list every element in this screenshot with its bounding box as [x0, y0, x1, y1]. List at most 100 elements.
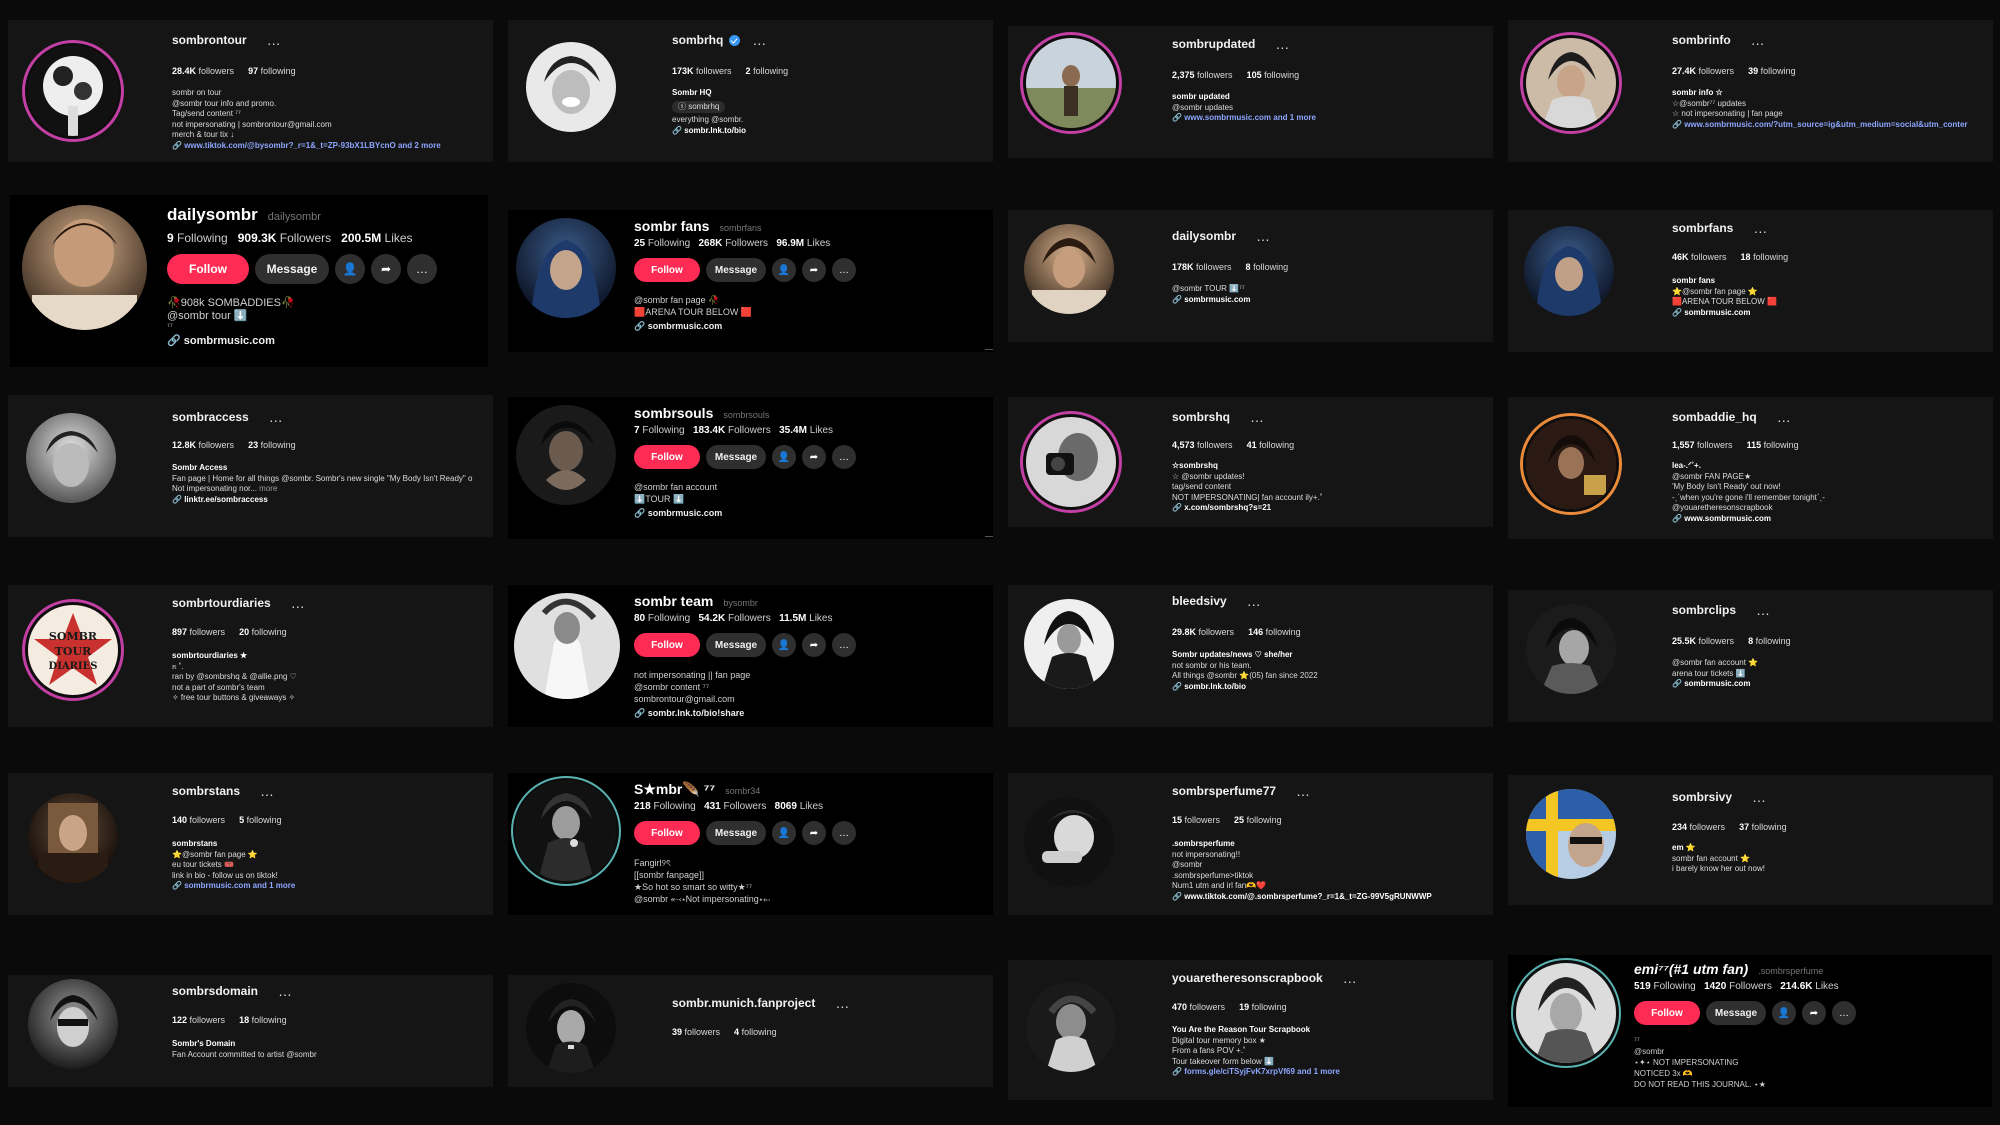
- more-options-icon[interactable]: …: [1343, 970, 1358, 986]
- following-label[interactable]: Following: [648, 238, 690, 249]
- message-button[interactable]: Message: [706, 445, 766, 469]
- message-button[interactable]: Message: [706, 821, 766, 845]
- followers-label[interactable]: followers: [685, 1027, 721, 1037]
- bio-link[interactable]: sombr.lnk.to/bio!share: [648, 708, 745, 718]
- username-text[interactable]: bleedsivy: [1172, 594, 1227, 608]
- more-options-icon[interactable]: …: [1250, 409, 1265, 425]
- more-options-icon[interactable]: …: [260, 783, 275, 799]
- more-options-icon[interactable]: …: [832, 821, 856, 845]
- avatar[interactable]: [516, 405, 616, 505]
- more-options-icon[interactable]: …: [835, 995, 850, 1011]
- bio-link[interactable]: sombrmusic.com: [184, 335, 275, 347]
- profile-card-youaretheresonscrapbook[interactable]: youaretheresonscrapbook … 470 followers 19…: [1008, 960, 1493, 1100]
- profile-card-dailysombr[interactable]: dailysombr … 178K followers 8 following @s…: [1008, 210, 1493, 342]
- profile-card-bleedsivy[interactable]: bleedsivy… 29.8K followers 146 following …: [1008, 585, 1493, 727]
- username-text[interactable]: sombrhq: [672, 33, 723, 47]
- profile-card-sombrshq[interactable]: sombrshq … 4,573 followers 41 following ☆s…: [1008, 397, 1493, 527]
- tiktok-card-bysombr[interactable]: sombr team bysombr 80 Following 54.2K Fol…: [508, 585, 993, 727]
- following-label[interactable]: following: [1266, 627, 1301, 637]
- profile-card-sombrsperfume77[interactable]: sombrsperfume77 … 15 followers 25 followin…: [1008, 773, 1493, 915]
- username[interactable]: sombrupdated…: [1172, 36, 1290, 52]
- bio-link[interactable]: sombrmusic.com: [648, 321, 723, 331]
- following-label[interactable]: following: [1247, 815, 1282, 825]
- bio-link[interactable]: sombrmusic.com: [648, 508, 723, 518]
- add-user-icon[interactable]: 👤: [772, 633, 796, 657]
- username-text[interactable]: sombrclips: [1672, 603, 1736, 617]
- username[interactable]: sombrinfo…: [1672, 32, 1766, 48]
- avatar[interactable]: [28, 979, 118, 1069]
- avatar[interactable]: [526, 42, 616, 132]
- username-text[interactable]: sombrsperfume77: [1172, 784, 1276, 798]
- avatar[interactable]: [526, 983, 616, 1073]
- username[interactable]: sombr.munich.fanproject…: [672, 995, 850, 1011]
- username-text[interactable]: youaretheresonscrapbook: [1172, 971, 1323, 985]
- followers-label[interactable]: followers: [1197, 70, 1233, 80]
- more-options-icon[interactable]: …: [1752, 789, 1767, 805]
- following-label[interactable]: following: [252, 627, 287, 637]
- username-text[interactable]: sombrinfo: [1672, 33, 1731, 47]
- avatar[interactable]: [1024, 797, 1114, 887]
- followers-label[interactable]: followers: [1199, 627, 1235, 637]
- tiktok-card-sombrsouls[interactable]: sombrsouls sombrsouls 7 Following 183.4K …: [508, 397, 993, 539]
- tiktok-card-sombrsperfume[interactable]: emi⁷⁷(#1 utm fan) .sombrsperfume 519 Foll…: [1508, 955, 1992, 1107]
- more-options-icon[interactable]: …: [832, 633, 856, 657]
- avatar[interactable]: [1024, 599, 1114, 689]
- bio-link[interactable]: www.sombrmusic.com and 1 more: [1184, 113, 1316, 122]
- avatar[interactable]: [1526, 604, 1616, 694]
- avatar[interactable]: [1026, 38, 1116, 128]
- following-label[interactable]: following: [753, 66, 788, 76]
- username[interactable]: sombaddie_hq…: [1672, 409, 1792, 425]
- followers-label[interactable]: Followers: [724, 801, 767, 812]
- add-user-icon[interactable]: 👤: [1772, 1001, 1796, 1025]
- username[interactable]: youaretheresonscrapbook …: [1172, 970, 1358, 986]
- more-options-icon[interactable]: …: [1296, 783, 1311, 799]
- share-icon[interactable]: ➦: [1802, 1001, 1826, 1025]
- following-label[interactable]: following: [261, 440, 296, 450]
- message-button[interactable]: Message: [706, 258, 766, 282]
- bio-link[interactable]: forms.gle/ciTSyjFvK7xrpVf69 and 1 more: [1184, 1067, 1340, 1076]
- share-icon[interactable]: ➦: [802, 633, 826, 657]
- following-label[interactable]: following: [1264, 70, 1299, 80]
- profile-card-sombrsivy[interactable]: sombrsivy … 234 followers 37 following em …: [1508, 775, 1993, 905]
- followers-label[interactable]: followers: [199, 440, 235, 450]
- follow-button[interactable]: Follow: [1634, 1001, 1700, 1025]
- avatar[interactable]: [28, 793, 118, 883]
- username-text[interactable]: sombrstans: [172, 784, 240, 798]
- bio-link[interactable]: www.tiktok.com/@bysombr?_r=1&_t=ZP-93bX1…: [184, 141, 440, 150]
- add-user-icon[interactable]: 👤: [772, 258, 796, 282]
- followers-label[interactable]: followers: [1185, 815, 1221, 825]
- profile-card-sombraccess[interactable]: sombraccess … 12.8K followers 23 following…: [8, 395, 493, 537]
- bio-link[interactable]: sombrmusic.com and 1 more: [184, 881, 295, 890]
- username[interactable]: sombrclips …: [1672, 602, 1771, 618]
- bio-link[interactable]: sombrmusic.com: [1684, 308, 1750, 317]
- follow-button[interactable]: Follow: [167, 254, 249, 284]
- following-label[interactable]: following: [247, 815, 282, 825]
- more-options-icon[interactable]: …: [1275, 36, 1290, 52]
- more-options-icon[interactable]: …: [1832, 1001, 1856, 1025]
- bio-link[interactable]: www.sombrmusic.com/?utm_source=ig&utm_me…: [1684, 120, 1967, 129]
- following-label[interactable]: following: [1761, 66, 1796, 76]
- add-user-icon[interactable]: 👤: [335, 254, 365, 284]
- following-label[interactable]: Following: [1653, 981, 1695, 992]
- profile-card-sombaddie-hq[interactable]: sombaddie_hq … 1,557 followers 115 followi…: [1508, 397, 1993, 539]
- message-button[interactable]: Message: [1706, 1001, 1766, 1025]
- profile-card-sombrinfo[interactable]: sombrinfo … 27.4K followers 39 following s…: [1508, 20, 1993, 162]
- username-text[interactable]: sombrontour: [172, 33, 247, 47]
- profile-card-sombrupdated[interactable]: sombrupdated … 2,375 followers 105 followi…: [1008, 26, 1493, 158]
- more-options-icon[interactable]: …: [269, 409, 284, 425]
- username-text[interactable]: sombrsivy: [1672, 790, 1732, 804]
- followers-label[interactable]: Followers: [725, 238, 768, 249]
- avatar[interactable]: [1516, 963, 1616, 1063]
- more-options-icon[interactable]: …: [1756, 602, 1771, 618]
- profile-card-sombrsdomain[interactable]: sombrsdomain… 122 followers 18 following …: [8, 975, 493, 1087]
- followers-label[interactable]: followers: [190, 1015, 226, 1025]
- follow-button[interactable]: Follow: [634, 445, 700, 469]
- bio-link[interactable]: sombrmusic.com: [1184, 295, 1250, 304]
- threads-badge[interactable]: ⓢ sombrhq: [672, 100, 726, 113]
- more-options-icon[interactable]: …: [832, 445, 856, 469]
- tiktok-card-sombr34[interactable]: S★mbr🪶 ⁷⁷ sombr34 218 Following 431 Follo…: [508, 773, 993, 915]
- followers-label[interactable]: followers: [190, 627, 226, 637]
- share-icon[interactable]: ➦: [802, 258, 826, 282]
- followers-label[interactable]: followers: [199, 66, 235, 76]
- following-label[interactable]: following: [1252, 1002, 1287, 1012]
